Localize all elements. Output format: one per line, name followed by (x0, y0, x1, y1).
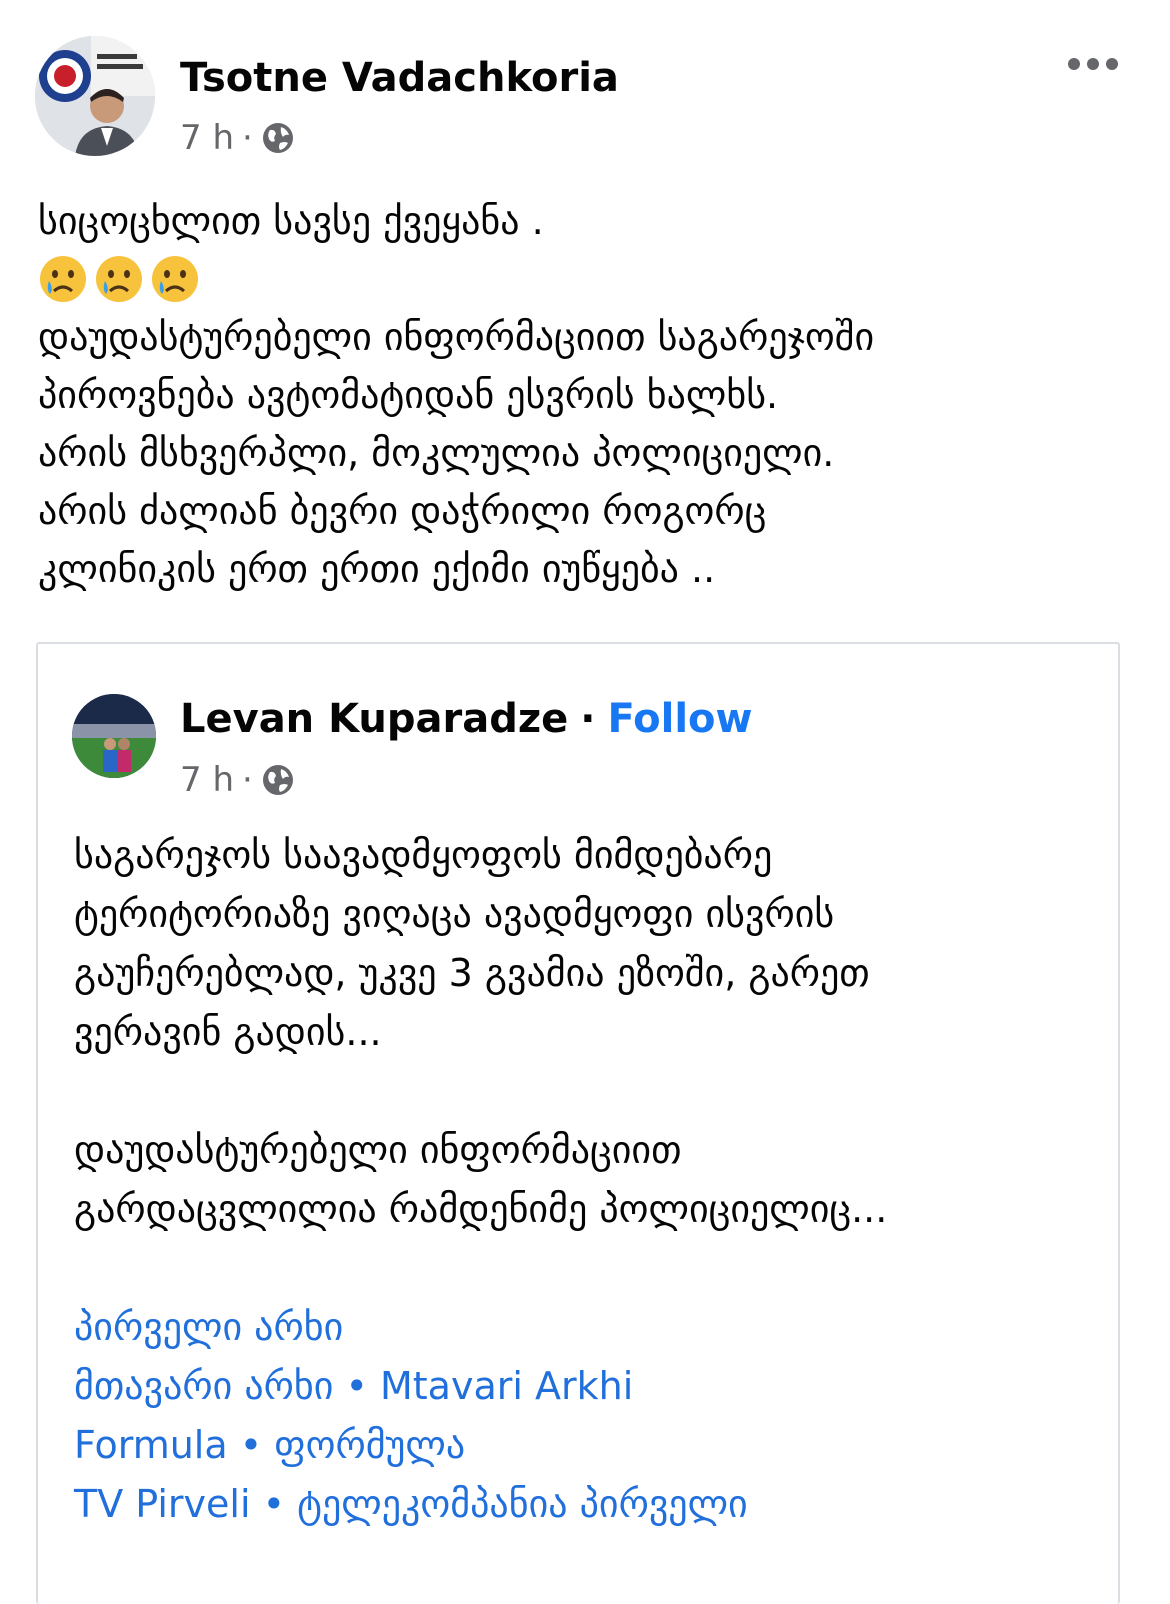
shared-line: დაუდასტურებელი ინფორმაციით (74, 1128, 682, 1172)
tag-link[interactable]: TV Pirveli • ტელეკომპანია პირველი (74, 1475, 1094, 1534)
shared-line: ვერავინ გადის... (74, 1010, 382, 1054)
shared-author-name[interactable]: Levan Kuparadze (180, 696, 568, 742)
globe-icon[interactable] (261, 763, 295, 797)
crying-face-icon (152, 256, 198, 302)
shared-post-time[interactable]: 7 h (180, 760, 234, 800)
tag-link[interactable]: Formula • ფორმულა (74, 1416, 1094, 1475)
post-line: არის მსხვერპლი, მოკლულია პოლიციელი. (38, 431, 835, 475)
shared-line: ტერიტორიაზე ვიღაცა ავადმყოფი ისვრის (74, 892, 835, 936)
post-line: პიროვნება ავტომატიდან ესვრის ხალხს. (38, 373, 779, 417)
avatar-photo (35, 36, 155, 156)
post-line: არის ძალიან ბევრი დაჭრილი როგორც (38, 489, 767, 533)
post-line: კლინიკის ერთ ერთი ექიმი იუწყება .. (38, 547, 716, 591)
shared-post-meta: 7 h · (180, 760, 295, 800)
author-name[interactable]: Tsotne Vadachkoria (180, 55, 619, 101)
crying-face-icon (96, 256, 142, 302)
author-avatar[interactable] (35, 36, 155, 156)
emoji-row (38, 250, 1138, 308)
shared-line: გარდაცვლილია რამდენიმე პოლიციელიც... (74, 1187, 888, 1231)
shared-post-card[interactable]: Levan Kuparadze · Follow 7 h · საგარეჯოს ს… (36, 642, 1120, 1604)
tag-link[interactable]: მთავარი არხი • Mtavari Arkhi (74, 1357, 1094, 1416)
post-line: სიცოცხლით სავსე ქვეყანა . (38, 199, 544, 243)
post-meta: 7 h · (180, 118, 295, 158)
tag-link[interactable]: პირველი არხი (74, 1298, 1094, 1357)
shared-line: საგარეჯოს საავადმყოფოს მიმდებარე (74, 833, 773, 877)
crying-face-icon (40, 256, 86, 302)
shared-author-line: Levan Kuparadze · Follow (180, 696, 753, 742)
shared-post-text: საგარეჯოს საავადმყოფოს მიმდებარე ტერიტორ… (74, 826, 1094, 1534)
avatar-photo (72, 694, 156, 778)
shared-line: გაუჩერებლად, უკვე 3 გვამია ეზოში, გარეთ (74, 951, 870, 995)
more-horizontal-icon[interactable] (1068, 58, 1118, 70)
shared-separator: · (580, 696, 596, 742)
globe-icon[interactable] (261, 121, 295, 155)
follow-button[interactable]: Follow (607, 696, 752, 742)
meta-separator: · (242, 118, 253, 158)
post-text: სიცოცხლით სავსე ქვეყანა . დაუდასტურებელი… (38, 192, 1138, 598)
shared-author-avatar[interactable] (72, 694, 156, 778)
post-time[interactable]: 7 h (180, 118, 234, 158)
meta-separator: · (242, 760, 253, 800)
post-line: დაუდასტურებელი ინფორმაციით საგარეჯოში (38, 315, 875, 359)
